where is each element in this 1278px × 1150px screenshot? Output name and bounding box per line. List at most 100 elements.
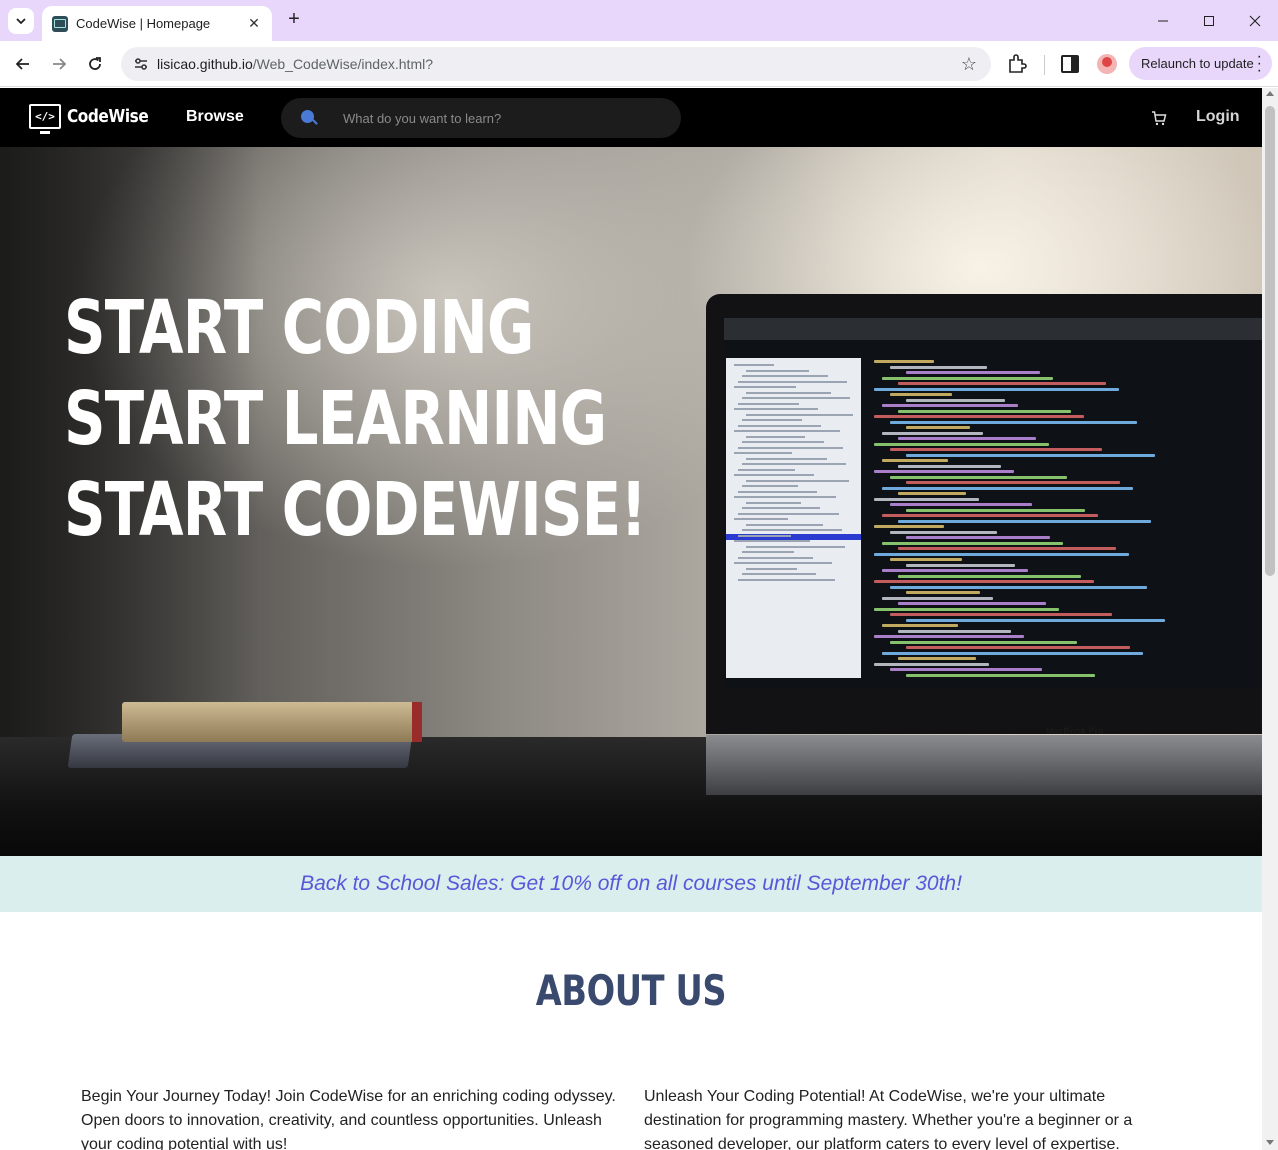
code-line <box>898 464 1001 468</box>
maximize-icon[interactable] <box>1186 0 1232 41</box>
browser-tab-active[interactable]: CodeWise | Homepage ✕ <box>42 6 272 41</box>
back-arrow-icon[interactable] <box>9 50 37 78</box>
extensions-icon[interactable] <box>1006 53 1030 77</box>
browse-link[interactable]: Browse <box>186 108 244 126</box>
file-tree-item <box>746 567 797 570</box>
search-icon <box>301 110 314 123</box>
code-line <box>906 508 1085 512</box>
code-line <box>882 651 1143 655</box>
browser-tab-strip: CodeWise | Homepage ✕ + <box>0 0 1278 41</box>
file-tree-item <box>738 578 835 581</box>
window-close-icon[interactable] <box>1232 0 1278 41</box>
code-line <box>906 673 1095 677</box>
cart-icon[interactable] <box>1151 110 1167 126</box>
book-bookmark <box>412 702 422 742</box>
hero-line-1: START CODING <box>64 285 534 371</box>
code-line <box>906 646 1130 649</box>
reload-icon[interactable] <box>81 50 109 78</box>
code-line <box>906 398 1005 402</box>
browser-toolbar: lisicao.github.io/Web_CodeWise/index.htm… <box>0 41 1278 87</box>
site-navbar: </> CodeWise Browse Login <box>0 88 1262 147</box>
code-line <box>882 486 1133 490</box>
code-line <box>898 437 1036 440</box>
code-line <box>874 552 1129 556</box>
code-line <box>890 585 1147 589</box>
window-controls <box>1140 0 1278 41</box>
about-title: ABOUT US <box>0 966 1262 1015</box>
new-tab-button[interactable]: + <box>282 8 306 32</box>
code-line <box>874 635 1024 638</box>
code-line <box>882 514 1098 517</box>
code-line <box>890 420 1137 424</box>
code-line <box>890 530 997 534</box>
code-line <box>882 404 1018 407</box>
search-bar <box>281 98 681 138</box>
code-line <box>898 492 966 495</box>
code-line <box>890 475 1067 479</box>
code-line <box>890 365 987 369</box>
address-bar[interactable]: lisicao.github.io/Web_CodeWise/index.htm… <box>121 47 991 81</box>
code-line <box>890 613 1112 616</box>
code-line <box>906 426 970 429</box>
page-scrollbar[interactable] <box>1262 88 1278 1150</box>
hero-line-3: START CODEWISE! <box>64 467 647 553</box>
code-line <box>882 541 1063 545</box>
scroll-thumb[interactable] <box>1265 106 1275 576</box>
code-line <box>890 640 1077 644</box>
code-line <box>874 360 934 363</box>
code-line <box>898 547 1116 550</box>
scroll-up-arrow-icon[interactable] <box>1266 91 1274 96</box>
code-line <box>874 442 1049 446</box>
close-icon[interactable]: ✕ <box>246 15 262 32</box>
search-input[interactable] <box>343 98 663 138</box>
tab-search-button[interactable] <box>8 8 34 34</box>
hero-headline: START CODING START LEARNING START CODEWI… <box>64 283 810 556</box>
code-line <box>890 558 962 561</box>
code-line <box>874 580 1094 583</box>
minimize-icon[interactable] <box>1140 0 1186 41</box>
code-line <box>906 618 1165 622</box>
code-line <box>874 415 1084 418</box>
code-line <box>898 382 1106 385</box>
chevron-down-icon <box>16 18 26 25</box>
code-line <box>882 431 983 435</box>
code-line <box>906 563 1015 567</box>
side-panel-icon[interactable] <box>1061 55 1079 73</box>
laptop-base <box>706 735 1262 795</box>
about-title-text: ABOUT US <box>535 966 727 1015</box>
toolbar-divider <box>1044 55 1045 75</box>
about-text-left: Begin Your Journey Today! Join CodeWise … <box>81 1088 616 1150</box>
site-info-icon[interactable] <box>125 57 157 71</box>
book <box>122 702 422 742</box>
code-line <box>882 376 1053 380</box>
star-icon[interactable]: ☆ <box>961 54 977 75</box>
code-monitor-icon: </> <box>29 104 61 134</box>
login-link[interactable]: Login <box>1196 108 1240 126</box>
scroll-down-arrow-icon[interactable] <box>1266 1140 1274 1145</box>
code-line <box>874 662 989 666</box>
code-line <box>874 607 1059 611</box>
forward-arrow-icon[interactable] <box>45 50 73 78</box>
url-text: lisicao.github.io/Web_CodeWise/index.htm… <box>157 56 433 72</box>
code-line <box>874 497 979 501</box>
code-line <box>898 574 1081 578</box>
relaunch-button[interactable]: Relaunch to update · · · <box>1129 47 1272 80</box>
file-tree-item <box>738 556 813 559</box>
about-text-right: Unleash Your Coding Potential! At CodeWi… <box>644 1088 1133 1150</box>
code-line <box>890 503 1032 506</box>
hero-banner: MacBook Pro START CODING START LEARNING … <box>0 147 1262 856</box>
profile-avatar[interactable] <box>1097 54 1117 74</box>
file-tree-item <box>742 573 816 575</box>
code-line <box>882 569 1028 572</box>
code-line <box>906 536 1050 539</box>
favicon-icon <box>52 15 68 32</box>
hero-book-stack <box>67 702 422 772</box>
code-line <box>882 459 948 462</box>
logo[interactable]: </> CodeWise <box>29 104 163 134</box>
relaunch-label: Relaunch to update <box>1141 56 1254 71</box>
code-line <box>898 519 1151 523</box>
file-tree-item <box>734 562 832 564</box>
code-line <box>906 591 980 594</box>
kebab-menu-icon[interactable]: · · · <box>1257 49 1262 79</box>
code-line <box>874 387 1119 391</box>
